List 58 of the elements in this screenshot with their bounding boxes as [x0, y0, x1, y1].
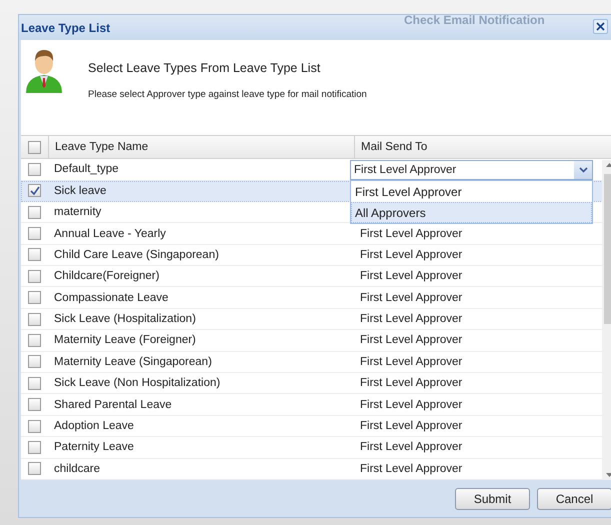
table-cell-text: First Level Approver: [359, 398, 464, 413]
checkbox[interactable]: [28, 227, 41, 240]
dialog-heading: Select Leave Types From Leave Type List: [88, 61, 322, 75]
checkbox[interactable]: [28, 312, 41, 326]
table-cell-text: First Level Approver: [359, 269, 464, 284]
table-cell-text: maternity: [53, 205, 102, 220]
close-icon[interactable]: [596, 22, 605, 31]
table-cell-text: First Level Approver: [359, 290, 464, 306]
column-header[interactable]: Leave Type Name: [48, 136, 354, 158]
checkbox[interactable]: [28, 376, 41, 390]
checkbox[interactable]: [28, 420, 41, 433]
table-cell-text: First Level Approver: [359, 354, 464, 370]
dropdown-option[interactable]: All Approvers: [351, 202, 592, 224]
checkbox[interactable]: [28, 162, 41, 176]
table-cell-text: First Level Approver: [359, 333, 464, 348]
table-cell-text: Sick Leave (Hospitalization): [53, 312, 197, 328]
instruction-text: Please select Approver type against leave type for mail notification: [88, 89, 367, 100]
checkbox[interactable]: [28, 462, 41, 476]
background-window-title: Check Email Notification: [404, 13, 545, 27]
checkbox[interactable]: [28, 440, 41, 454]
checkbox[interactable]: [28, 140, 41, 154]
approver-dropdown[interactable]: First Level Approver: [350, 160, 593, 180]
dialog-button[interactable]: Submit: [455, 488, 530, 510]
table-cell-text: Paternity Leave: [53, 440, 135, 456]
table-cell-text: First Level Approver: [359, 312, 464, 328]
checkbox[interactable]: [28, 291, 41, 304]
checkbox[interactable]: [28, 355, 41, 368]
table-cell-text: Sick Leave (Non Hospitalization): [53, 376, 222, 392]
table-cell-text: Maternity Leave (Singaporean): [53, 354, 213, 370]
table-cell-text: Adoption Leave: [53, 419, 135, 434]
table-cell-text: First Level Approver: [359, 248, 464, 263]
table-cell-text: Compassionate Leave: [53, 290, 170, 306]
scroll-up-arrow-icon[interactable]: [606, 163, 611, 168]
table-cell-text: First Level Approver: [359, 226, 464, 242]
checkbox[interactable]: [28, 248, 41, 262]
close-button[interactable]: [593, 19, 608, 34]
checkbox[interactable]: [28, 398, 41, 412]
table-cell-text: Maternity Leave (Foreigner): [53, 333, 197, 348]
table-cell-text: First Level Approver: [359, 462, 464, 477]
chevron-down-icon[interactable]: [574, 161, 592, 180]
table-cell-text: First Level Approver: [359, 440, 464, 456]
table-cell-text: Sick leave: [53, 184, 108, 199]
scroll-down-arrow-icon[interactable]: [606, 473, 611, 477]
table-cell-text: childcare: [53, 462, 102, 477]
checkbox[interactable]: [28, 206, 41, 219]
checkbox[interactable]: [28, 334, 41, 347]
table-cell-text: Childcare(Foreigner): [53, 269, 160, 284]
table-cell-text: Default_type: [53, 162, 120, 178]
table-cell-text: Shared Parental Leave: [53, 398, 173, 413]
table-cell-text: First Level Approver: [359, 419, 464, 434]
checkbox[interactable]: [28, 184, 41, 198]
table-cell-text: First Level Approver: [359, 376, 464, 392]
column-header[interactable]: Mail Send To: [354, 136, 599, 158]
checkbox[interactable]: [28, 270, 41, 283]
window-title: Leave Type List: [21, 20, 110, 34]
table-cell-text: Child Care Leave (Singaporean): [53, 248, 220, 263]
dialog-button[interactable]: Cancel: [537, 488, 611, 510]
table-cell-text: Annual Leave - Yearly: [53, 226, 167, 242]
